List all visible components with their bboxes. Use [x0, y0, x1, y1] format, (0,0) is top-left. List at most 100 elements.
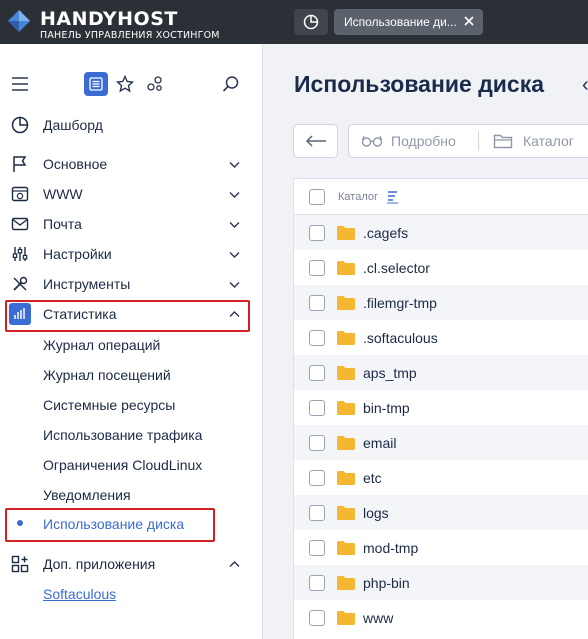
sidebar-item-tools[interactable]: Инструменты — [0, 269, 263, 299]
toolbar: Подробно Каталог — [293, 124, 588, 158]
sidebar-subitem-cloudlinux-limits[interactable]: Ограничения CloudLinux — [43, 457, 202, 473]
row-checkbox[interactable] — [309, 470, 325, 486]
history-button[interactable] — [294, 9, 328, 35]
logo-diamond-icon — [8, 10, 30, 32]
row-checkbox[interactable] — [309, 610, 325, 626]
folder-icon — [337, 436, 355, 450]
sidebar-item-www[interactable]: WWW — [0, 179, 263, 209]
table-row[interactable]: .cagefs — [294, 215, 588, 250]
sidebar-subitem-system-resources[interactable]: Системные ресурсы — [43, 397, 175, 413]
chevron-down-icon — [229, 192, 240, 198]
table-row[interactable]: www — [294, 600, 588, 635]
www-icon — [11, 186, 29, 202]
row-checkbox[interactable] — [309, 295, 325, 311]
sidebar-item-label: Доп. приложения — [43, 556, 156, 572]
table-row[interactable]: .softaculous — [294, 320, 588, 355]
apps-icon[interactable] — [143, 72, 167, 96]
details-label: Подробно — [391, 133, 456, 149]
search-icon[interactable] — [219, 72, 243, 96]
glasses-icon — [361, 135, 383, 147]
dashboard-icon — [11, 116, 29, 134]
highlight-box-statistics — [5, 300, 250, 332]
file-name[interactable]: logs — [363, 505, 389, 521]
file-name[interactable]: aps_tmp — [363, 365, 417, 381]
folder-icon — [337, 611, 355, 625]
row-checkbox[interactable] — [309, 540, 325, 556]
tab-disk-usage[interactable]: Использование ди... — [334, 9, 483, 35]
folder-outline-icon — [493, 134, 513, 149]
close-icon[interactable] — [462, 14, 476, 28]
brand-logo[interactable]: HANDYHOST ПАНЕЛЬ УПРАВЛЕНИЯ ХОСТИНГОМ — [8, 6, 268, 41]
row-checkbox[interactable] — [309, 260, 325, 276]
sort-icon[interactable] — [386, 189, 399, 204]
table-row[interactable]: etc — [294, 460, 588, 495]
table-row[interactable]: aps_tmp — [294, 355, 588, 390]
folder-icon — [337, 331, 355, 345]
sidebar-item-extra-apps[interactable]: Доп. приложения — [0, 549, 263, 579]
chevron-down-icon — [229, 252, 240, 258]
sidebar-subitem-notifications[interactable]: Уведомления — [43, 487, 131, 503]
row-checkbox[interactable] — [309, 435, 325, 451]
chevron-up-icon — [229, 561, 240, 567]
sidebar-item-label: WWW — [43, 186, 83, 202]
details-button[interactable]: Подробно — [361, 125, 456, 157]
table-row[interactable]: php-bin — [294, 565, 588, 600]
list-view-icon[interactable] — [84, 72, 108, 96]
catalog-button[interactable]: Каталог — [493, 125, 574, 157]
chevron-down-icon — [229, 282, 240, 288]
sliders-icon — [12, 247, 28, 261]
mail-icon — [11, 217, 29, 231]
table-row[interactable]: .filemgr-tmp — [294, 285, 588, 320]
sidebar-subitem-visits-log[interactable]: Журнал посещений — [43, 367, 171, 383]
arrow-left-icon — [305, 135, 326, 147]
sidebar-subitem-traffic-usage[interactable]: Использование трафика — [43, 427, 202, 443]
sidebar-item-settings[interactable]: Настройки — [0, 239, 263, 269]
file-name[interactable]: etc — [363, 470, 382, 486]
sidebar-item-dashboard[interactable]: Дашборд — [0, 110, 263, 140]
sidebar-item-basic[interactable]: Основное — [0, 149, 263, 179]
sidebar-item-label: Настройки — [43, 246, 112, 262]
sidebar-toolbar — [0, 72, 263, 96]
file-name[interactable]: www — [363, 610, 393, 626]
sidebar-item-label: Почта — [43, 216, 82, 232]
table-row[interactable]: .cl.selector — [294, 250, 588, 285]
table-row[interactable]: bin-tmp — [294, 390, 588, 425]
folder-icon — [337, 471, 355, 485]
row-checkbox[interactable] — [309, 365, 325, 381]
folder-icon — [337, 541, 355, 555]
sidebar-subitem-operations-log[interactable]: Журнал операций — [43, 337, 160, 353]
row-checkbox[interactable] — [309, 575, 325, 591]
file-name[interactable]: email — [363, 435, 396, 451]
table-row[interactable]: mod-tmp — [294, 530, 588, 565]
file-name[interactable]: php-bin — [363, 575, 410, 591]
folder-icon — [337, 226, 355, 240]
file-name[interactable]: .filemgr-tmp — [363, 295, 437, 311]
tools-icon — [13, 276, 28, 291]
catalog-label: Каталог — [523, 133, 574, 149]
file-name[interactable]: .softaculous — [363, 330, 438, 346]
table-row[interactable]: logs — [294, 495, 588, 530]
row-checkbox[interactable] — [309, 330, 325, 346]
menu-icon[interactable] — [8, 72, 32, 96]
star-icon[interactable] — [113, 72, 137, 96]
sidebar: Дашборд Основное WWW Почта Настройки Инс… — [0, 44, 263, 639]
folder-icon — [337, 296, 355, 310]
column-header-catalog[interactable]: Каталог — [338, 191, 378, 203]
file-name[interactable]: bin-tmp — [363, 400, 410, 416]
row-checkbox[interactable] — [309, 505, 325, 521]
table-row[interactable]: email — [294, 425, 588, 460]
brand-name: HANDYHOST — [40, 8, 178, 30]
sidebar-item-mail[interactable]: Почта — [0, 209, 263, 239]
select-all-checkbox[interactable] — [309, 189, 325, 205]
row-checkbox[interactable] — [309, 225, 325, 241]
back-button[interactable] — [293, 124, 338, 158]
folder-icon — [337, 401, 355, 415]
row-checkbox[interactable] — [309, 400, 325, 416]
file-name[interactable]: .cagefs — [363, 225, 408, 241]
file-name[interactable]: mod-tmp — [363, 540, 418, 556]
sidebar-link-softaculous[interactable]: Softaculous — [43, 586, 116, 602]
main-content: Использование диска ‹ Подробно — [264, 44, 588, 639]
chevron-left-icon[interactable]: ‹ — [582, 74, 588, 97]
file-name[interactable]: .cl.selector — [363, 260, 430, 276]
top-bar: HANDYHOST ПАНЕЛЬ УПРАВЛЕНИЯ ХОСТИНГОМ Ис… — [0, 0, 588, 44]
